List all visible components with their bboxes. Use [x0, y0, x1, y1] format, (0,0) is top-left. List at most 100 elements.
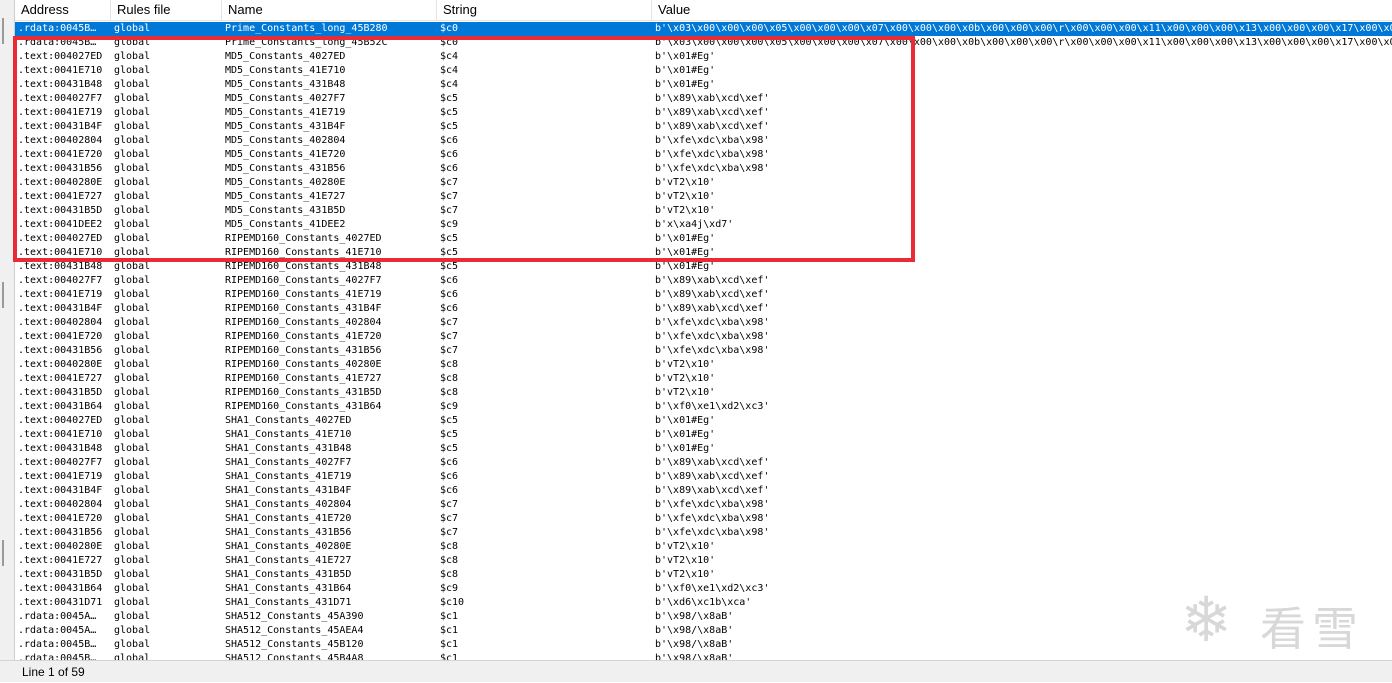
cell-value: b'\x89\xab\xcd\xef': [655, 275, 770, 286]
cell-name: MD5_Constants_41E720: [225, 149, 346, 160]
table-row[interactable]: .text:00431B4F global MD5_Constants_431B4F…: [15, 120, 1392, 134]
table-row[interactable]: .text:0041DEE2 global MD5_Constants_41DEE2…: [15, 218, 1392, 232]
table-row[interactable]: .text:0041E710 global SHA1_Constants_41E71…: [15, 428, 1392, 442]
table-row[interactable]: .rdata:0045A… global SHA512_Constants_45AE…: [15, 624, 1392, 638]
cell-name: SHA1_Constants_41E710: [225, 429, 352, 440]
cell-address: .text:00431B48: [18, 443, 103, 454]
cell-value: b'\x89\xab\xcd\xef': [655, 107, 770, 118]
cell-address: .rdata:0045A…: [18, 611, 97, 622]
cell-address: .text:004027ED: [18, 415, 103, 426]
cell-string: $c7: [440, 317, 459, 328]
cell-value: b'\x89\xab\xcd\xef': [655, 457, 770, 468]
cell-address: .text:0040280E: [18, 541, 103, 552]
cell-string: $c5: [440, 247, 459, 258]
table-row[interactable]: .text:00431B56 global MD5_Constants_431B56…: [15, 162, 1392, 176]
table-row[interactable]: .text:0040280E global SHA1_Constants_40280…: [15, 540, 1392, 554]
cell-string: $c9: [440, 583, 459, 594]
cell-name: SHA1_Constants_41E720: [225, 513, 352, 524]
table-row[interactable]: .text:0041E727 global RIPEMD160_Constants_…: [15, 372, 1392, 386]
table-row[interactable]: .text:0041E710 global RIPEMD160_Constants_…: [15, 246, 1392, 260]
column-header-rules-file[interactable]: Rules file: [111, 0, 222, 20]
cell-name: RIPEMD160_Constants_431B5D: [225, 387, 382, 398]
table-row[interactable]: .text:004027ED global MD5_Constants_4027ED…: [15, 50, 1392, 64]
cell-address: .text:00431B64: [18, 401, 103, 412]
table-row[interactable]: .text:00402804 global SHA1_Constants_40280…: [15, 498, 1392, 512]
table-row[interactable]: .text:00431B56 global RIPEMD160_Constants_…: [15, 344, 1392, 358]
table-row[interactable]: .text:00431D71 global SHA1_Constants_431D7…: [15, 596, 1392, 610]
cell-address: .text:004027ED: [18, 233, 103, 244]
table-row[interactable]: .text:004027F7 global RIPEMD160_Constants_…: [15, 274, 1392, 288]
table-row[interactable]: .text:004027F7 global MD5_Constants_4027F7…: [15, 92, 1392, 106]
cell-string: $c7: [440, 205, 459, 216]
column-header-value[interactable]: Value: [652, 0, 1392, 20]
table-row[interactable]: .text:00431B48 global RIPEMD160_Constants_…: [15, 260, 1392, 274]
table-row[interactable]: .text:0041E720 global RIPEMD160_Constants_…: [15, 330, 1392, 344]
table-row[interactable]: .text:00431B64 global RIPEMD160_Constants_…: [15, 400, 1392, 414]
table-row[interactable]: .text:0041E719 global SHA1_Constants_41E71…: [15, 470, 1392, 484]
table-row[interactable]: .rdata:0045B… global Prime_Constants_long_…: [15, 36, 1392, 50]
cell-address: .text:0041E727: [18, 373, 103, 384]
cell-string: $c8: [440, 569, 459, 580]
table-row[interactable]: .rdata:0045B… global SHA512_Constants_45B4…: [15, 652, 1392, 660]
table-row[interactable]: .text:0041E727 global MD5_Constants_41E727…: [15, 190, 1392, 204]
table-row[interactable]: .text:00431B64 global SHA1_Constants_431B6…: [15, 582, 1392, 596]
column-header-string[interactable]: String: [437, 0, 652, 20]
table-row[interactable]: .text:0041E719 global RIPEMD160_Constants_…: [15, 288, 1392, 302]
table-row[interactable]: .text:00431B4F global SHA1_Constants_431B4…: [15, 484, 1392, 498]
column-header-address[interactable]: Address: [15, 0, 111, 20]
table-row[interactable]: .text:00431B5D global SHA1_Constants_431B5…: [15, 568, 1392, 582]
cell-value: b'vT2\x10': [655, 359, 716, 370]
cell-rules-file: global: [114, 149, 151, 160]
table-row[interactable]: .text:00431B4F global RIPEMD160_Constants_…: [15, 302, 1392, 316]
cell-rules-file: global: [114, 611, 151, 622]
table-row[interactable]: .text:0041E719 global MD5_Constants_41E719…: [15, 106, 1392, 120]
cell-value: b'\x01#Eg': [655, 233, 716, 244]
gutter-marker: [2, 540, 4, 566]
cell-address: .rdata:0045B…: [18, 23, 97, 34]
table-row[interactable]: .text:0041E720 global SHA1_Constants_41E72…: [15, 512, 1392, 526]
table-row[interactable]: .text:00431B56 global SHA1_Constants_431B5…: [15, 526, 1392, 540]
table-row[interactable]: .text:00431B48 global SHA1_Constants_431B4…: [15, 442, 1392, 456]
table-row[interactable]: .text:004027F7 global SHA1_Constants_4027F…: [15, 456, 1392, 470]
cell-address: .rdata:0045A…: [18, 625, 97, 636]
cell-rules-file: global: [114, 107, 151, 118]
cell-value: b'\x89\xab\xcd\xef': [655, 485, 770, 496]
cell-value: b'\xfe\xdc\xba\x98': [655, 513, 770, 524]
cell-address: .text:00431B64: [18, 583, 103, 594]
cell-rules-file: global: [114, 541, 151, 552]
table-row[interactable]: .text:0041E710 global MD5_Constants_41E710…: [15, 64, 1392, 78]
table-row[interactable]: .text:00431B48 global MD5_Constants_431B48…: [15, 78, 1392, 92]
table-row[interactable]: .rdata:0045B… global Prime_Constants_long_…: [15, 22, 1392, 36]
cell-address: .rdata:0045B…: [18, 653, 97, 660]
table-row[interactable]: .text:00431B5D global RIPEMD160_Constants_…: [15, 386, 1392, 400]
cell-rules-file: global: [114, 359, 151, 370]
table-row[interactable]: .text:004027ED global RIPEMD160_Constants_…: [15, 232, 1392, 246]
cell-name: RIPEMD160_Constants_431B64: [225, 401, 382, 412]
cell-name: MD5_Constants_402804: [225, 135, 346, 146]
table-row[interactable]: .rdata:0045A… global SHA512_Constants_45A3…: [15, 610, 1392, 624]
cell-address: .text:00431B56: [18, 527, 103, 538]
table-row[interactable]: .text:0040280E global MD5_Constants_40280E…: [15, 176, 1392, 190]
cell-string: $c4: [440, 79, 459, 90]
cell-rules-file: global: [114, 51, 151, 62]
table-row[interactable]: .text:0040280E global RIPEMD160_Constants_…: [15, 358, 1392, 372]
cell-name: MD5_Constants_4027F7: [225, 93, 346, 104]
results-table: Address Rules file Name String Value .rd…: [15, 0, 1392, 660]
table-row[interactable]: .text:00431B5D global MD5_Constants_431B5D…: [15, 204, 1392, 218]
cell-rules-file: global: [114, 513, 151, 524]
cell-address: .text:00431B5D: [18, 387, 103, 398]
table-row[interactable]: .text:004027ED global SHA1_Constants_4027E…: [15, 414, 1392, 428]
table-row[interactable]: .text:0041E720 global MD5_Constants_41E720…: [15, 148, 1392, 162]
cell-address: .text:00431B5D: [18, 569, 103, 580]
table-row[interactable]: .rdata:0045B… global SHA512_Constants_45B1…: [15, 638, 1392, 652]
column-header-name[interactable]: Name: [222, 0, 437, 20]
cell-address: .text:004027ED: [18, 51, 103, 62]
cell-rules-file: global: [114, 443, 151, 454]
table-row[interactable]: .text:00402804 global RIPEMD160_Constants_…: [15, 316, 1392, 330]
table-row[interactable]: .text:00402804 global MD5_Constants_402804…: [15, 134, 1392, 148]
cell-string: $c7: [440, 499, 459, 510]
cell-address: .rdata:0045B…: [18, 37, 97, 48]
cell-string: $c6: [440, 485, 459, 496]
table-row[interactable]: .text:0041E727 global SHA1_Constants_41E72…: [15, 554, 1392, 568]
cell-address: .text:004027F7: [18, 275, 103, 286]
